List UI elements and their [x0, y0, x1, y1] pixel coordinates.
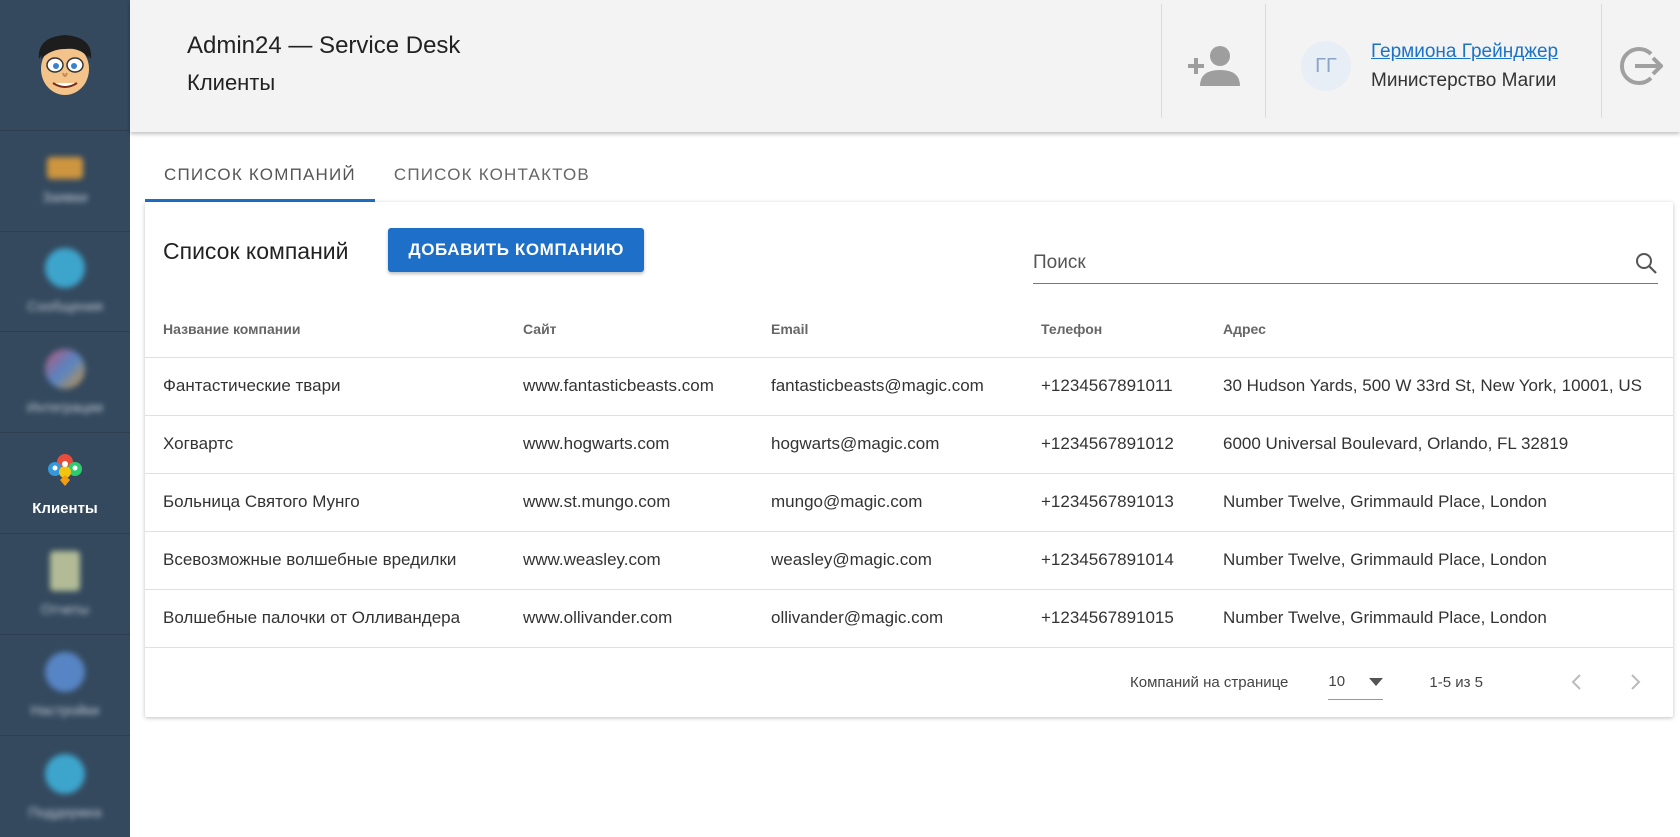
column-header-phone[interactable]: Телефон	[1023, 302, 1205, 358]
support-icon	[45, 753, 85, 794]
cell-address: 6000 Universal Boulevard, Orlando, FL 32…	[1205, 415, 1673, 474]
sidebar-item-clients[interactable]: Клиенты	[0, 433, 130, 535]
gear-icon	[45, 652, 85, 693]
app-title: Admin24 — Service Desk	[187, 32, 461, 59]
sidebar-item-settings[interactable]: Настройки	[0, 635, 130, 737]
search-input[interactable]	[1033, 251, 1634, 274]
page-range: 1-5 из 5	[1429, 673, 1483, 691]
cell-company-name: Фантастические твари	[145, 357, 505, 416]
cell-address: Number Twelve, Grimmauld Place, London	[1205, 589, 1673, 648]
cell-address: Number Twelve, Grimmauld Place, London	[1205, 531, 1673, 590]
logout-button[interactable]	[1602, 0, 1680, 132]
chat-icon	[45, 248, 85, 289]
card-header: Список компаний ДОБАВИТЬ КОМПАНИЮ	[145, 202, 1673, 302]
cell-email: hogwarts@magic.com	[753, 415, 1023, 474]
column-header-name[interactable]: Название компании	[145, 302, 505, 358]
chevron-left-icon	[1571, 674, 1581, 690]
cell-company-name: Всевозможные волшебные вредилки	[145, 531, 505, 590]
sidebar: Заявки Сообщения Интеграции Клиенты Отче…	[0, 0, 130, 837]
cell-email: mungo@magic.com	[753, 473, 1023, 532]
cell-phone: +1234567891012	[1023, 415, 1205, 474]
cell-company-name: Больница Святого Мунго	[145, 473, 505, 532]
sidebar-item-label: Клиенты	[32, 499, 98, 517]
tabs-bar: СПИСОК КОМПАНИЙ СПИСОК КОНТАКТОВ	[145, 150, 1680, 202]
sidebar-item-messages[interactable]: Сообщения	[0, 232, 130, 333]
pagination: Компаний на странице 10 1-5 из 5	[145, 648, 1673, 717]
search-icon[interactable]	[1634, 251, 1658, 275]
add-user-button[interactable]	[1162, 0, 1265, 132]
rows-per-page-value: 10	[1328, 673, 1346, 690]
search-box	[1033, 242, 1658, 284]
sidebar-item-label: Интеграции	[26, 399, 104, 416]
megaphone-icon	[47, 156, 83, 179]
cell-phone: +1234567891013	[1023, 473, 1205, 532]
sidebar-item-integrations[interactable]: Интеграции	[0, 332, 130, 434]
sidebar-item-label: Отчеты	[40, 601, 90, 618]
cell-company-name: Волшебные палочки от Олливандера	[145, 589, 505, 648]
puzzle-icon	[45, 349, 85, 390]
cell-email: fantasticbeasts@magic.com	[753, 357, 1023, 416]
add-company-button[interactable]: ДОБАВИТЬ КОМПАНИЮ	[388, 228, 644, 272]
clients-icon	[48, 453, 82, 486]
prev-page-button[interactable]	[1559, 665, 1593, 699]
dropdown-arrow-icon	[1369, 677, 1384, 686]
tab-companies[interactable]: СПИСОК КОМПАНИЙ	[145, 150, 375, 202]
logo[interactable]	[0, 0, 130, 131]
table-row[interactable]: Всевозможные волшебные вредилки www.weas…	[145, 531, 1673, 590]
table-header-row: Название компании Сайт Email Телефон Адр…	[145, 302, 1673, 358]
table-row[interactable]: Фантастические твари www.fantasticbeasts…	[145, 357, 1673, 416]
companies-table: Название компании Сайт Email Телефон Адр…	[145, 302, 1673, 648]
app-root: Заявки Сообщения Интеграции Клиенты Отче…	[0, 0, 1680, 837]
table-row[interactable]: Хогвартс www.hogwarts.com hogwarts@magic…	[145, 415, 1673, 474]
tab-contacts[interactable]: СПИСОК КОНТАКТОВ	[375, 150, 609, 200]
column-header-address[interactable]: Адрес	[1205, 302, 1673, 358]
rows-per-page-select[interactable]: 10	[1328, 664, 1384, 700]
user-block: ГГ Гермиона Грейнджер Министерство Магии	[1266, 0, 1601, 132]
sidebar-item-label: Поддержка	[28, 803, 102, 820]
sidebar-item-label: Заявки	[42, 188, 88, 205]
table-row[interactable]: Волшебные палочки от Олливандера www.oll…	[145, 589, 1673, 648]
sidebar-item-support[interactable]: Поддержка	[0, 736, 130, 837]
header-titles: Admin24 — Service Desk Клиенты	[130, 0, 1161, 132]
cell-phone: +1234567891011	[1023, 357, 1205, 416]
cell-company-name: Хогвартс	[145, 415, 505, 474]
sidebar-item-label: Настройки	[30, 702, 100, 719]
cell-email: weasley@magic.com	[753, 531, 1023, 590]
rows-per-page-label: Компаний на странице	[1130, 673, 1289, 691]
chevron-right-icon	[1631, 674, 1641, 690]
table-row[interactable]: Больница Святого Мунго www.st.mungo.com …	[145, 473, 1673, 532]
user-name-link[interactable]: Гермиона Грейнджер	[1371, 41, 1558, 63]
cell-site: www.ollivander.com	[505, 589, 753, 648]
top-header: Admin24 — Service Desk Клиенты ГГ Гермио…	[130, 0, 1680, 132]
card-title: Список компаний	[163, 238, 349, 264]
add-person-icon	[1187, 46, 1240, 86]
sidebar-item-requests[interactable]: Заявки	[0, 131, 130, 232]
cell-site: www.weasley.com	[505, 531, 753, 590]
next-page-button[interactable]	[1619, 665, 1653, 699]
report-icon	[50, 551, 80, 592]
cell-email: ollivander@magic.com	[753, 589, 1023, 648]
sidebar-item-label: Сообщения	[27, 298, 103, 315]
main-area: Admin24 — Service Desk Клиенты ГГ Гермио…	[130, 0, 1680, 837]
cell-site: www.hogwarts.com	[505, 415, 753, 474]
cell-phone: +1234567891014	[1023, 531, 1205, 590]
cell-address: Number Twelve, Grimmauld Place, London	[1205, 473, 1673, 532]
column-header-email[interactable]: Email	[753, 302, 1023, 358]
cell-address: 30 Hudson Yards, 500 W 33rd St, New York…	[1205, 357, 1673, 416]
page-title: Клиенты	[187, 70, 276, 95]
cell-site: www.fantasticbeasts.com	[505, 357, 753, 416]
user-organization: Министерство Магии	[1371, 69, 1557, 91]
sidebar-item-reports[interactable]: Отчеты	[0, 534, 130, 636]
cell-phone: +1234567891015	[1023, 589, 1205, 648]
companies-card: Список компаний ДОБАВИТЬ КОМПАНИЮ Назван…	[145, 202, 1673, 717]
avatar-logo-icon	[38, 34, 92, 95]
cell-site: www.st.mungo.com	[505, 473, 753, 532]
avatar[interactable]: ГГ	[1301, 41, 1351, 91]
column-header-site[interactable]: Сайт	[505, 302, 753, 358]
logout-icon	[1619, 47, 1663, 85]
